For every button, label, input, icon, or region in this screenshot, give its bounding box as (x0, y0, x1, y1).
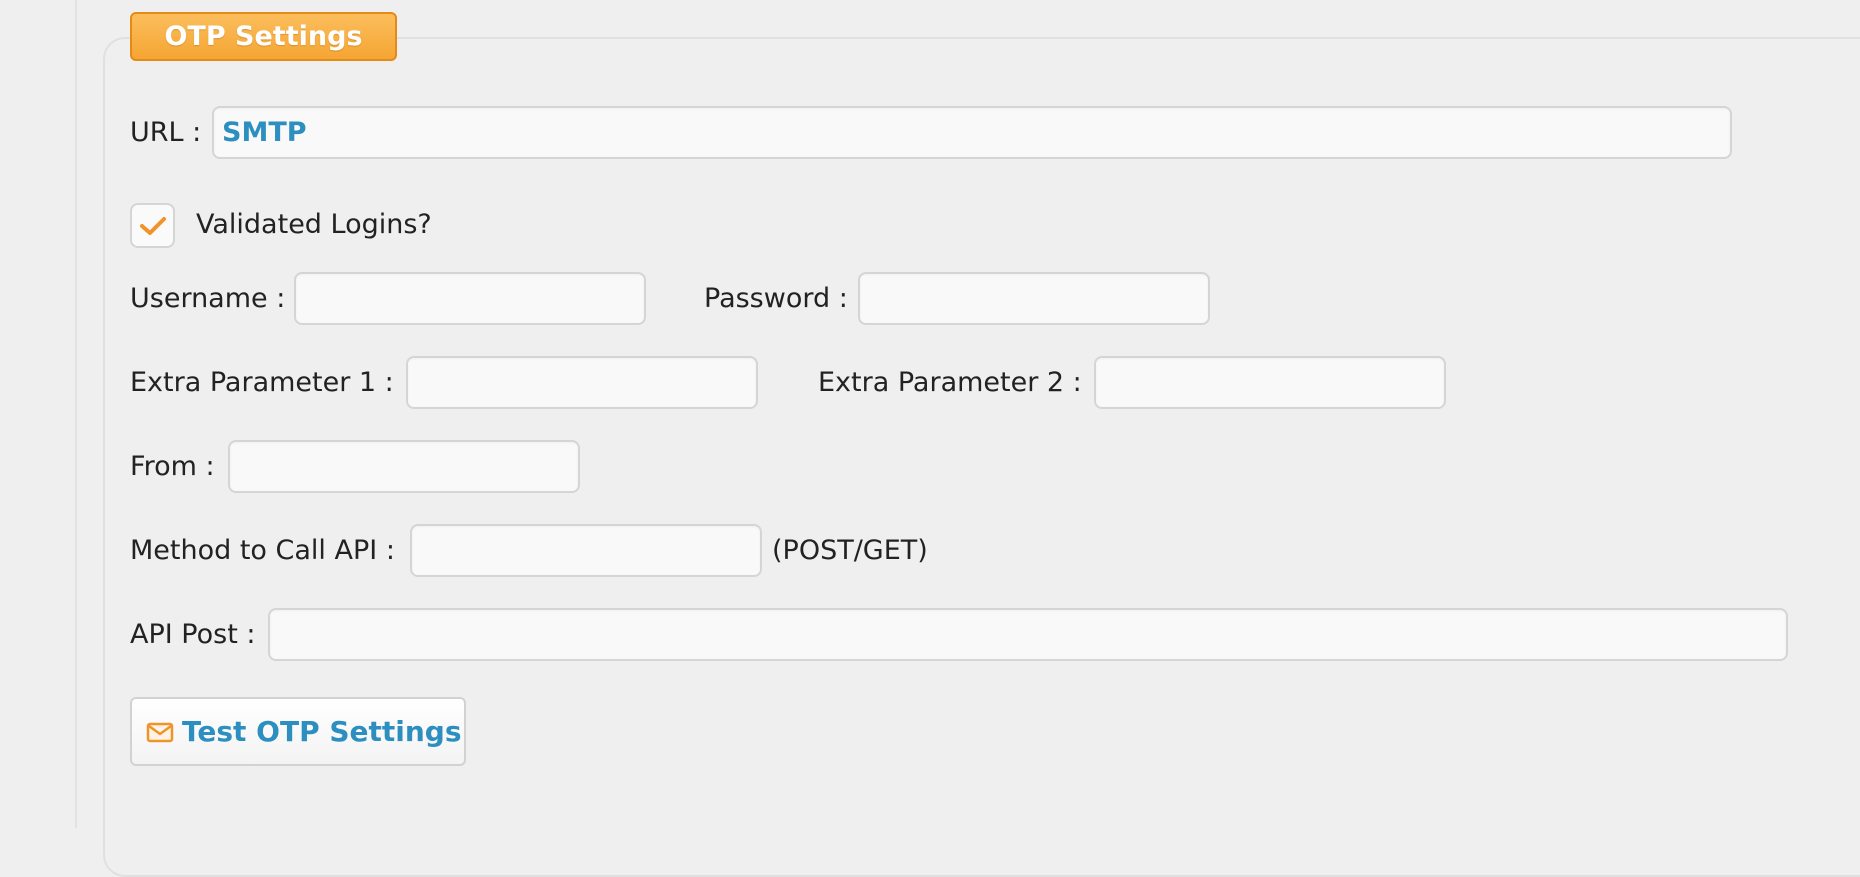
test-otp-settings-button[interactable]: Test OTP Settings (130, 697, 466, 766)
extra-param-1-label: Extra Parameter 1 : (130, 367, 394, 398)
url-input-value: SMTP (222, 117, 307, 148)
extra-param-1-input[interactable] (406, 356, 758, 409)
username-label: Username : (130, 283, 286, 314)
method-input[interactable] (410, 524, 762, 577)
api-post-label: API Post : (130, 619, 256, 650)
username-input[interactable] (294, 272, 646, 325)
checkmark-icon (139, 216, 166, 235)
test-otp-settings-label: Test OTP Settings (182, 715, 462, 748)
method-hint: (POST/GET) (772, 535, 928, 566)
url-input[interactable]: SMTP (212, 106, 1732, 159)
api-post-input[interactable] (268, 608, 1788, 661)
extra-param-2-label: Extra Parameter 2 : (818, 367, 1082, 398)
envelope-icon (146, 720, 174, 744)
otp-settings-legend: OTP Settings (130, 12, 397, 61)
from-label: From : (130, 451, 215, 482)
method-label: Method to Call API : (130, 535, 395, 566)
left-divider (75, 0, 77, 828)
from-input[interactable] (228, 440, 580, 493)
url-label: URL : (130, 117, 202, 148)
validated-logins-checkbox[interactable] (130, 203, 175, 248)
extra-param-2-input[interactable] (1094, 356, 1446, 409)
password-input[interactable] (858, 272, 1210, 325)
validated-logins-label: Validated Logins? (196, 209, 432, 240)
password-label: Password : (704, 283, 848, 314)
